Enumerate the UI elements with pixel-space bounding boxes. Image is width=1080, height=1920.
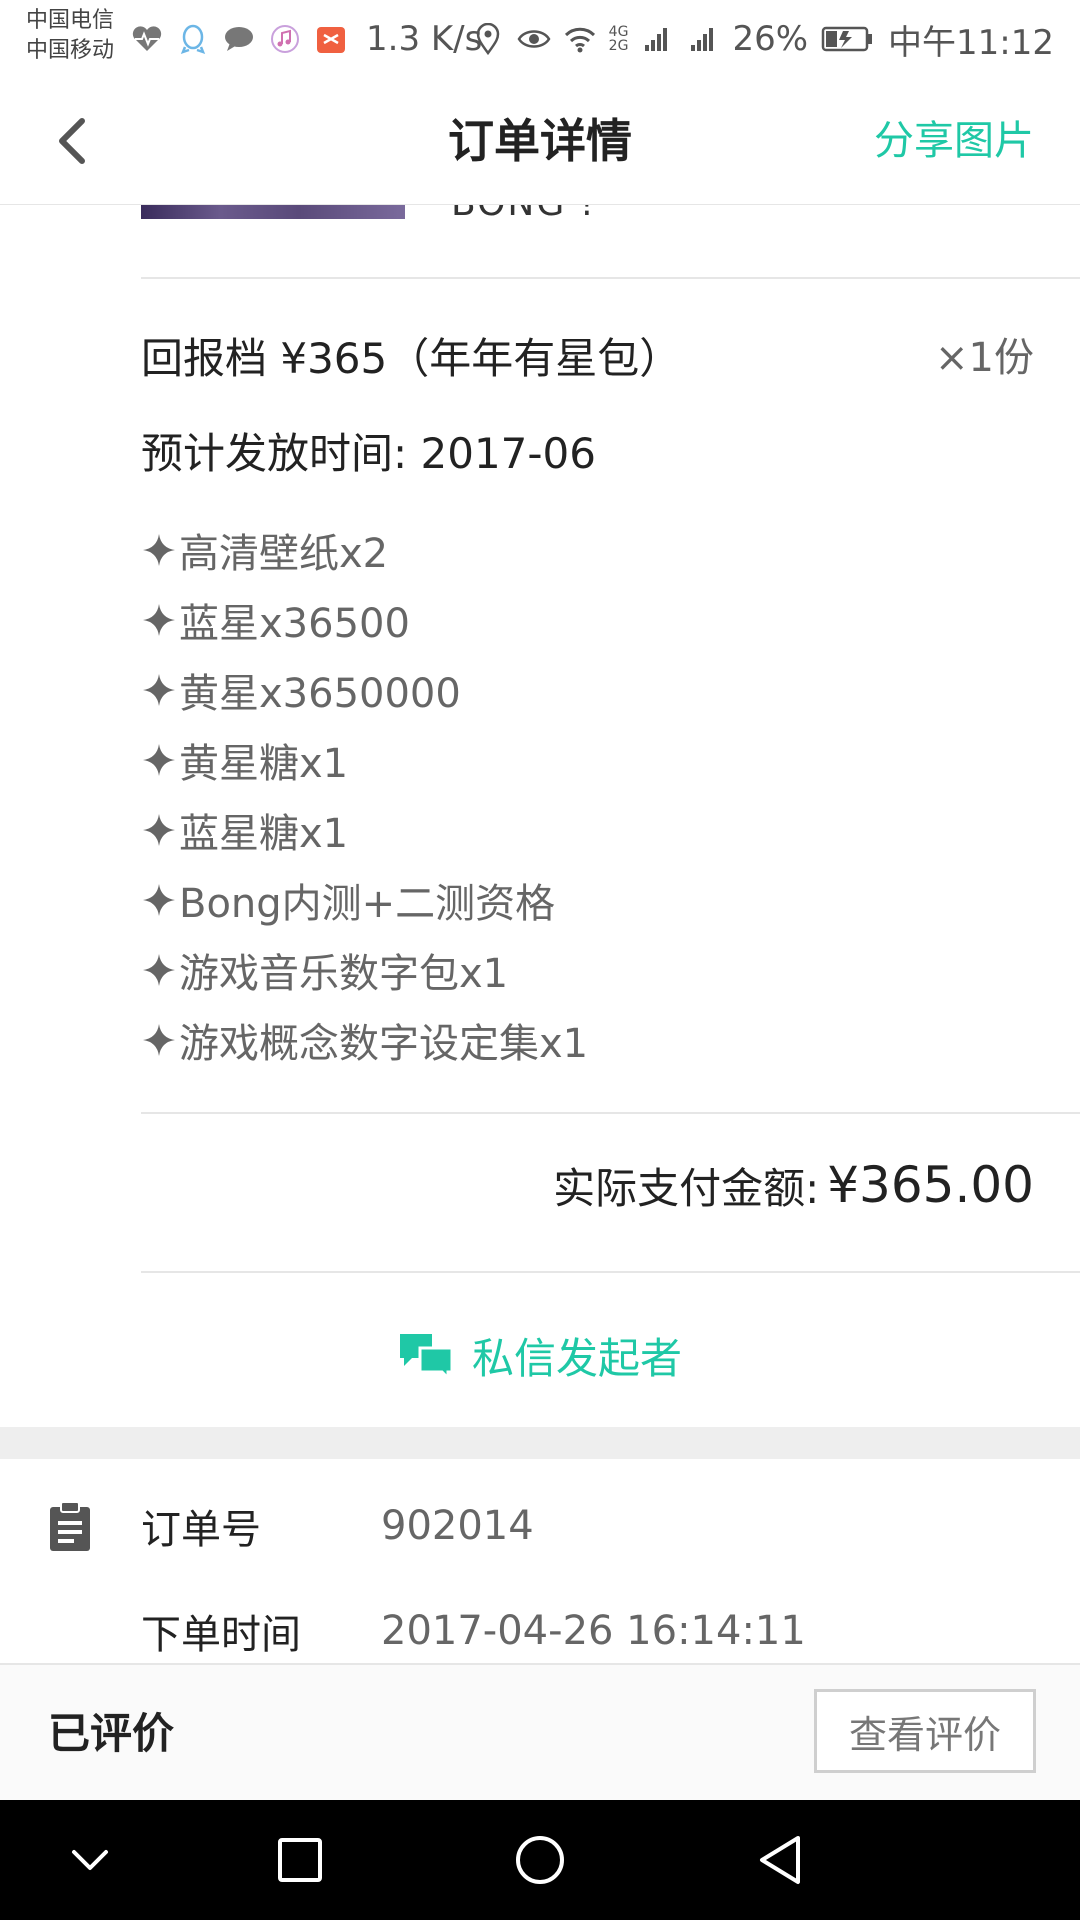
reward-item-text: 黄星糖x1 xyxy=(179,741,349,787)
hide-nav-button[interactable] xyxy=(60,1830,120,1890)
battery-percent: 26% xyxy=(732,19,809,59)
order-number-row: 订单号 902014 xyxy=(141,1491,534,1561)
qq-icon xyxy=(176,22,210,56)
back-button[interactable] xyxy=(44,114,98,168)
sparkle-icon xyxy=(143,674,175,706)
delivery-date: 2017-06 xyxy=(420,429,597,478)
reward-item: 高清壁纸x2 xyxy=(141,515,588,585)
reward-item-text: Bong内测+二测资格 xyxy=(179,881,556,927)
product-thumbnail[interactable] xyxy=(141,205,405,219)
reward-item: 黄星糖x1 xyxy=(141,725,588,795)
order-content[interactable]: BONG ! 回报档 ¥365（年年有星包） ×1份 预计发放时间: 2017-… xyxy=(0,205,1080,1663)
status-bar: 中国电信 中国移动 1.3 K/s 4G 2G 26% 中午11:12 xyxy=(0,0,1080,78)
system-back-button[interactable] xyxy=(750,1830,810,1890)
system-icons: 4G 2G 26% 中午11:12 xyxy=(471,14,1054,64)
reward-item-text: 蓝星糖x1 xyxy=(179,811,349,857)
delivery-time: 预计发放时间: 2017-06 xyxy=(141,420,596,481)
square-icon xyxy=(278,1838,322,1882)
chat-bubbles-icon xyxy=(399,1334,454,1378)
notification-icons: 1.3 K/s xyxy=(130,14,482,64)
reward-item-text: 蓝星x36500 xyxy=(179,601,410,647)
order-time: 2017-04-26 16:14:11 xyxy=(381,1608,806,1654)
reward-item-text: 游戏音乐数字包x1 xyxy=(179,951,509,997)
sparkle-icon xyxy=(143,884,175,916)
battery-charging-icon xyxy=(820,22,876,56)
system-navigation-bar xyxy=(0,1800,1080,1920)
network-type-2: 2G xyxy=(608,38,629,54)
view-review-button[interactable]: 查看评价 xyxy=(814,1689,1036,1773)
paid-amount: ¥365.00 xyxy=(827,1156,1034,1214)
reward-item: 游戏音乐数字包x1 xyxy=(141,935,588,1005)
sparkle-icon xyxy=(143,744,175,776)
reward-item-text: 高清壁纸x2 xyxy=(179,531,389,577)
delivery-label: 预计发放时间: xyxy=(141,429,408,478)
reward-tier-row: 回报档 ¥365（年年有星包） ×1份 xyxy=(141,325,1034,395)
order-number: 902014 xyxy=(381,1503,534,1549)
product-name: BONG ! xyxy=(451,205,596,224)
app-notification-icon xyxy=(314,22,348,56)
reward-item: 游戏概念数字设定集x1 xyxy=(141,1005,588,1075)
reward-item: 蓝星糖x1 xyxy=(141,795,588,865)
order-number-label: 订单号 xyxy=(141,1507,261,1553)
page-header: 订单详情 分享图片 xyxy=(0,78,1080,206)
paid-label: 实际支付金额: xyxy=(553,1163,820,1213)
location-icon xyxy=(471,22,505,56)
quantity: ×1份 xyxy=(935,335,1034,381)
order-time-row: 下单时间 2017-04-26 16:14:11 xyxy=(141,1596,806,1663)
divider xyxy=(141,1112,1080,1114)
home-button[interactable] xyxy=(510,1830,570,1890)
recents-button[interactable] xyxy=(270,1830,330,1890)
clipboard-icon xyxy=(50,1501,90,1551)
sparkle-icon xyxy=(143,814,175,846)
network-type-1: 4G xyxy=(608,24,629,40)
sparkle-icon xyxy=(143,1024,175,1056)
divider xyxy=(141,277,1080,279)
sparkle-icon xyxy=(143,604,175,636)
network-speed: 1.3 K/s xyxy=(366,19,483,59)
reward-item-text: 黄星x3650000 xyxy=(179,671,461,717)
chat-bubble-icon xyxy=(222,22,256,56)
chevron-down-icon xyxy=(72,1850,108,1870)
paid-amount-row: 实际支付金额: ¥365.00 xyxy=(553,1145,1034,1225)
bottom-action-bar: 已评价 查看评价 xyxy=(0,1663,1080,1802)
circle-icon xyxy=(516,1836,564,1884)
share-image-button[interactable]: 分享图片 xyxy=(874,78,1034,204)
music-icon xyxy=(268,22,302,56)
sparkle-icon xyxy=(143,534,175,566)
message-creator-label: 私信发起者 xyxy=(471,1333,682,1383)
carrier-labels: 中国电信 中国移动 xyxy=(26,6,114,66)
chevron-left-icon xyxy=(59,118,85,164)
message-creator-button[interactable]: 私信发起者 xyxy=(0,1315,1080,1395)
eye-icon xyxy=(517,22,551,56)
carrier-2: 中国移动 xyxy=(26,38,115,63)
reward-list: 高清壁纸x2 蓝星x36500 黄星x3650000 黄星糖x1 蓝星糖x1 B… xyxy=(141,515,588,1075)
clock: 中午11:12 xyxy=(888,22,1054,63)
reward-item-text: 游戏概念数字设定集x1 xyxy=(179,1021,589,1067)
order-time-label: 下单时间 xyxy=(141,1612,301,1658)
triangle-back-icon xyxy=(760,1836,800,1884)
reward-tier-name: 回报档 ¥365（年年有星包） xyxy=(141,334,682,383)
reward-item: Bong内测+二测资格 xyxy=(141,865,588,935)
sparkle-icon xyxy=(143,954,175,986)
divider xyxy=(141,1271,1080,1273)
reward-item: 黄星x3650000 xyxy=(141,655,588,725)
review-status: 已评价 xyxy=(48,1709,175,1758)
carrier-1: 中国电信 xyxy=(26,8,115,33)
heartbeat-icon xyxy=(130,22,164,56)
reward-item: 蓝星x36500 xyxy=(141,585,588,655)
network-type-labels: 4G 2G xyxy=(609,25,629,53)
wifi-icon xyxy=(563,22,597,56)
signal-strength-2-icon xyxy=(686,22,720,56)
section-separator xyxy=(0,1427,1080,1459)
signal-strength-icon xyxy=(640,22,674,56)
